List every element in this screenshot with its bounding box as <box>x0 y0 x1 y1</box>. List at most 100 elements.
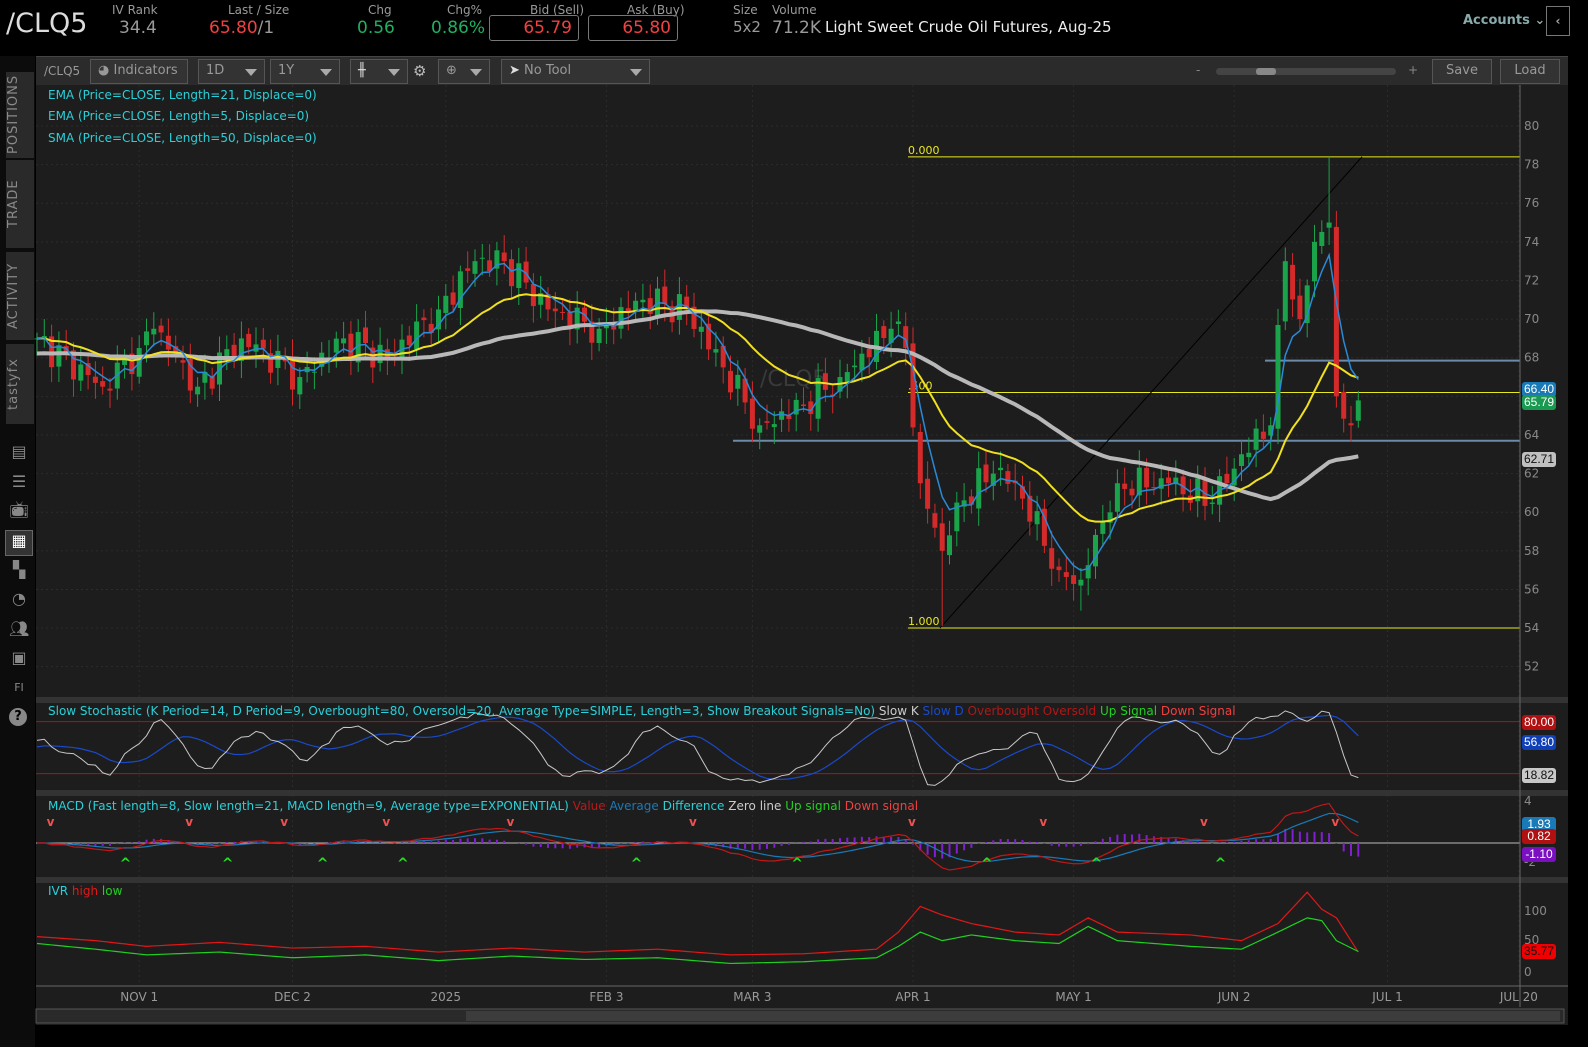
stochastic-study-label: Slow Stochastic (K Period=14, D Period=9… <box>48 704 1236 718</box>
up-signal-icon: ^ <box>317 856 329 872</box>
price-axis-label: 70 <box>1524 312 1539 326</box>
candle-body <box>801 404 806 406</box>
time-axis-label: 2025 <box>431 990 462 1004</box>
candle-body <box>450 292 456 305</box>
candle-body <box>1056 566 1062 571</box>
candle-body <box>1078 579 1084 586</box>
candle-body <box>231 344 237 357</box>
panel-divider[interactable] <box>36 877 1568 883</box>
up-signal-icon: ^ <box>981 856 993 872</box>
down-signal-icon: v <box>1331 815 1339 829</box>
candle-body <box>144 331 149 346</box>
candle-body <box>180 360 186 363</box>
candle-body <box>363 327 368 344</box>
legend-value: Value <box>572 799 606 813</box>
candle-body <box>1122 483 1128 489</box>
price-axis-label: 76 <box>1524 196 1539 210</box>
candle-body <box>976 468 982 509</box>
time-axis-label: MAR 3 <box>733 990 771 1004</box>
ema21-study-label[interactable]: EMA (Price=CLOSE, Length=21, Displace=0) <box>48 88 317 102</box>
candle-body <box>1253 428 1259 450</box>
time-axis-label: JUN 2 <box>1217 990 1251 1004</box>
candle-body <box>1348 423 1354 426</box>
up-signal-icon: ^ <box>397 856 409 872</box>
candle-body <box>859 353 865 371</box>
candle-body <box>516 263 522 289</box>
price-axis-label: 56 <box>1524 582 1539 596</box>
macd-value-tag: -1.10 <box>1522 847 1556 862</box>
candle-body <box>472 261 478 274</box>
candle-body <box>728 370 733 393</box>
candle-body <box>925 478 931 509</box>
candle-body <box>253 344 259 352</box>
candle-body <box>406 335 412 346</box>
candle-body <box>1304 285 1310 324</box>
candle-body <box>1071 575 1077 584</box>
legend-slow-d: Slow D <box>922 704 964 718</box>
candle-body <box>1100 521 1106 534</box>
ivr-axis-label: 0 <box>1524 965 1532 979</box>
candle-body <box>1049 548 1055 569</box>
down-signal-icon: v <box>47 815 55 829</box>
price-axis-label: 60 <box>1524 505 1539 519</box>
candle-body <box>1290 264 1296 300</box>
candle-body <box>1355 400 1361 421</box>
candle-body <box>1005 471 1011 484</box>
candle-body <box>822 373 828 390</box>
price-axis-label: 68 <box>1524 351 1539 365</box>
candle-body <box>983 464 989 483</box>
sma50-study-label[interactable]: SMA (Price=CLOSE, Length=50, Displace=0) <box>48 131 317 145</box>
legend-up-signal: Up Signal <box>1099 704 1158 718</box>
legend-zero-line: Zero line <box>728 799 782 813</box>
legend-low: low <box>101 884 123 898</box>
down-signal-icon: v <box>1039 815 1047 829</box>
candle-body <box>1239 454 1244 466</box>
candle-body <box>333 338 339 353</box>
candle-body <box>56 345 62 367</box>
up-signal-icon: ^ <box>1215 856 1227 872</box>
candle-body <box>384 349 390 358</box>
legend-slow-k: Slow K <box>878 704 919 718</box>
time-axis-label: DEC 2 <box>274 990 311 1004</box>
candle-body <box>698 326 704 332</box>
candle-body <box>939 523 945 551</box>
time-axis-label: APR 1 <box>895 990 930 1004</box>
candle-body <box>246 333 252 348</box>
candle-body <box>1034 511 1040 525</box>
candle-body <box>932 513 938 528</box>
candle-body <box>1166 477 1171 484</box>
ivr-study-label: IVR high low <box>48 884 122 898</box>
candle-body <box>1093 534 1098 567</box>
legend-average: Average <box>609 799 659 813</box>
ema5-study-label[interactable]: EMA (Price=CLOSE, Length=5, Displace=0) <box>48 109 309 123</box>
down-signal-icon: v <box>689 815 697 829</box>
down-signal-icon: v <box>280 815 288 829</box>
panel-divider[interactable] <box>36 697 1568 703</box>
down-signal-icon: v <box>1200 815 1208 829</box>
price-axis-label: 52 <box>1524 660 1539 674</box>
candle-body <box>779 411 785 420</box>
candle-body <box>852 365 858 368</box>
candle-body <box>224 349 230 357</box>
up-signal-icon: ^ <box>631 856 643 872</box>
price-tag: 65.79 <box>1522 395 1556 410</box>
price-axis-label: 62 <box>1524 467 1539 481</box>
candle-body <box>662 286 668 305</box>
macd-params[interactable]: MACD (Fast length=8, Slow length=21, MAC… <box>48 799 569 813</box>
macd-study-label: MACD (Fast length=8, Slow length=21, MAC… <box>48 799 918 813</box>
candle-body <box>1319 231 1325 247</box>
candle-body <box>1260 431 1266 439</box>
candle-body <box>1282 261 1288 322</box>
candle-body <box>1114 483 1120 512</box>
time-axis-label: FEB 3 <box>589 990 623 1004</box>
candle-body <box>341 338 347 344</box>
stochastic-params[interactable]: Slow Stochastic (K Period=14, D Period=9… <box>48 704 875 718</box>
ivr-axis-label: 100 <box>1524 904 1547 918</box>
scrollbar-thumb[interactable] <box>466 1011 1560 1021</box>
price-chart[interactable]: /CLQ5 0.000.5001.000 v^v^v^v^v^v^v^v^v^v… <box>0 0 1588 1047</box>
candle-body <box>1209 502 1215 504</box>
panel-divider[interactable] <box>36 790 1568 796</box>
candle-body <box>735 374 741 389</box>
ivr-title[interactable]: IVR <box>48 884 68 898</box>
legend-up-signal: Up signal <box>785 799 841 813</box>
